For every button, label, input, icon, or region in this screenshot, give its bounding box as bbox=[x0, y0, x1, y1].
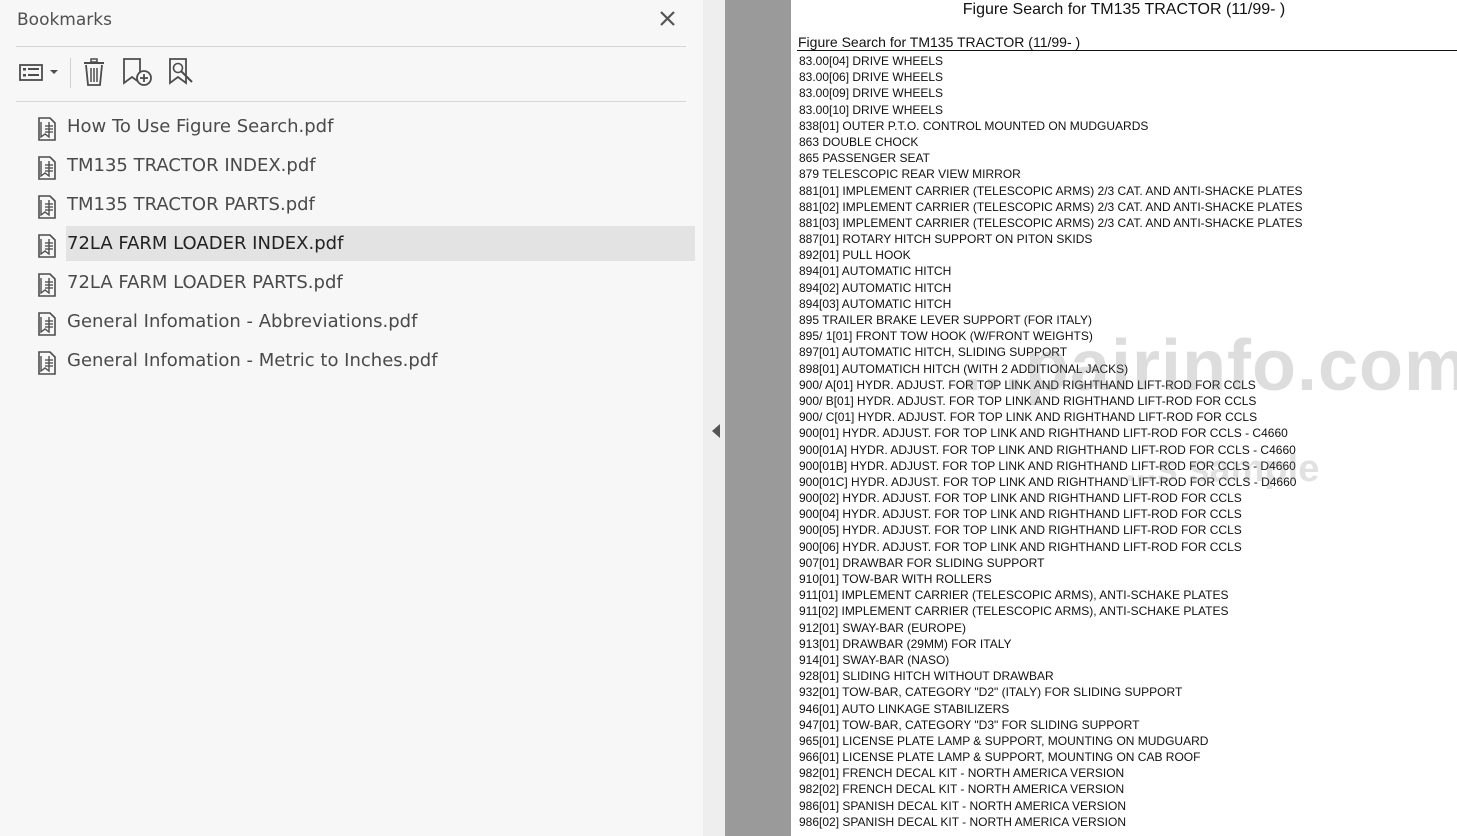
document-bookmark-icon bbox=[38, 351, 56, 375]
bookmark-label: 72LA FARM LOADER PARTS.pdf bbox=[67, 272, 343, 293]
figure-entry[interactable]: 966[01] LICENSE PLATE LAMP & SUPPORT, MO… bbox=[799, 749, 1302, 765]
figure-entry[interactable]: 83.00[04] DRIVE WHEELS bbox=[799, 53, 1302, 69]
header-rule bbox=[797, 50, 1457, 51]
bookmark-item[interactable]: TM135 TRACTOR INDEX.pdf bbox=[30, 148, 695, 184]
bookmark-label: General Infomation - Metric to Inches.pd… bbox=[67, 350, 438, 371]
figure-entry[interactable]: 911[02] IMPLEMENT CARRIER (TELESCOPIC AR… bbox=[799, 603, 1302, 619]
figure-entry[interactable]: 907[01] DRAWBAR FOR SLIDING SUPPORT bbox=[799, 555, 1302, 571]
figure-entry[interactable]: 982[01] FRENCH DECAL KIT - NORTH AMERICA… bbox=[799, 765, 1302, 781]
figure-entry[interactable]: 838[01] OUTER P.T.O. CONTROL MOUNTED ON … bbox=[799, 118, 1302, 134]
page-title: Figure Search for TM135 TRACTOR (11/99- … bbox=[962, 1, 1286, 18]
figure-entry[interactable]: 900[01] HYDR. ADJUST. FOR TOP LINK AND R… bbox=[799, 425, 1302, 441]
figure-entry[interactable]: 913[01] DRAWBAR (29MM) FOR ITALY bbox=[799, 636, 1302, 652]
figure-entry[interactable]: 982[02] FRENCH DECAL KIT - NORTH AMERICA… bbox=[799, 781, 1302, 797]
figure-entry[interactable]: 881[03] IMPLEMENT CARRIER (TELESCOPIC AR… bbox=[799, 215, 1302, 231]
close-icon bbox=[660, 11, 675, 26]
figure-entry[interactable]: 895/ 1[01] FRONT TOW HOOK (W/FRONT WEIGH… bbox=[799, 328, 1302, 344]
document-bookmark-icon bbox=[38, 312, 56, 336]
bookmark-label: TM135 TRACTOR INDEX.pdf bbox=[67, 155, 316, 176]
figure-entry[interactable]: 900/ C[01] HYDR. ADJUST. FOR TOP LINK AN… bbox=[799, 409, 1302, 425]
figure-entry[interactable]: 887[01] ROTARY HITCH SUPPORT ON PITON SK… bbox=[799, 231, 1302, 247]
figure-entry[interactable]: 900[05] HYDR. ADJUST. FOR TOP LINK AND R… bbox=[799, 522, 1302, 538]
toolbar-separator bbox=[70, 58, 71, 88]
panel-title: Bookmarks bbox=[17, 10, 112, 30]
figure-entry[interactable]: 914[01] SWAY-BAR (NASO) bbox=[799, 652, 1302, 668]
figure-entry[interactable]: 895 TRAILER BRAKE LEVER SUPPORT (FOR ITA… bbox=[799, 312, 1302, 328]
new-bookmark-icon bbox=[123, 58, 152, 86]
figure-entry[interactable]: 83.00[09] DRIVE WHEELS bbox=[799, 85, 1302, 101]
divider bbox=[16, 46, 686, 47]
bookmark-label: TM135 TRACTOR PARTS.pdf bbox=[67, 194, 315, 215]
figure-entry[interactable]: 900/ A[01] HYDR. ADJUST. FOR TOP LINK AN… bbox=[799, 377, 1302, 393]
figure-entry[interactable]: 900[04] HYDR. ADJUST. FOR TOP LINK AND R… bbox=[799, 506, 1302, 522]
figure-entry[interactable]: 894[02] AUTOMATIC HITCH bbox=[799, 280, 1302, 296]
figure-list: 83.00[04] DRIVE WHEELS 83.00[06] DRIVE WH… bbox=[799, 53, 1302, 830]
divider bbox=[16, 101, 686, 102]
document-header: Figure Search for TM135 TRACTOR (11/99- … bbox=[798, 34, 1081, 50]
bookmark-item[interactable]: How To Use Figure Search.pdf bbox=[30, 109, 695, 145]
figure-entry[interactable]: 900[01A] HYDR. ADJUST. FOR TOP LINK AND … bbox=[799, 442, 1302, 458]
document-page: Figure Search for TM135 TRACTOR (11/99- … bbox=[791, 0, 1457, 836]
figure-entry[interactable]: 912[01] SWAY-BAR (EUROPE) bbox=[799, 620, 1302, 636]
figure-entry[interactable]: 932[01] TOW-BAR, CATEGORY "D2" (ITALY) F… bbox=[799, 684, 1302, 700]
new-bookmark-button[interactable] bbox=[120, 56, 154, 88]
bookmark-label: How To Use Figure Search.pdf bbox=[67, 116, 334, 137]
figure-entry[interactable]: 894[03] AUTOMATIC HITCH bbox=[799, 296, 1302, 312]
find-bookmark-icon bbox=[169, 58, 193, 85]
figure-entry[interactable]: 881[01] IMPLEMENT CARRIER (TELESCOPIC AR… bbox=[799, 183, 1302, 199]
figure-entry[interactable]: 986[02] SPANISH DECAL KIT - NORTH AMERIC… bbox=[799, 814, 1302, 830]
panel-splitter[interactable] bbox=[703, 0, 725, 836]
figure-entry[interactable]: 892[01] PULL HOOK bbox=[799, 247, 1302, 263]
figure-entry[interactable]: 83.00[06] DRIVE WHEELS bbox=[799, 69, 1302, 85]
figure-entry[interactable]: 865 PASSENGER SEAT bbox=[799, 150, 1302, 166]
document-bookmark-icon bbox=[38, 234, 56, 258]
document-bookmark-icon bbox=[38, 195, 56, 219]
figure-entry[interactable]: 900[01C] HYDR. ADJUST. FOR TOP LINK AND … bbox=[799, 474, 1302, 490]
figure-entry[interactable]: 900[02] HYDR. ADJUST. FOR TOP LINK AND R… bbox=[799, 490, 1302, 506]
delete-bookmark-button[interactable] bbox=[80, 56, 110, 88]
document-bookmark-icon bbox=[38, 156, 56, 180]
chevron-down-icon bbox=[50, 70, 58, 74]
figure-entry[interactable]: 946[01] AUTO LINKAGE STABILIZERS bbox=[799, 701, 1302, 717]
figure-entry[interactable]: 900[01B] HYDR. ADJUST. FOR TOP LINK AND … bbox=[799, 458, 1302, 474]
delete-trash-icon bbox=[84, 58, 104, 86]
figure-entry[interactable]: 894[01] AUTOMATIC HITCH bbox=[799, 263, 1302, 279]
bookmark-item[interactable]: General Infomation - Metric to Inches.pd… bbox=[30, 343, 695, 379]
find-bookmark-button[interactable] bbox=[166, 56, 200, 88]
document-gutter bbox=[725, 0, 791, 836]
bookmark-item[interactable]: TM135 TRACTOR PARTS.pdf bbox=[30, 187, 695, 223]
figure-entry[interactable]: 879 TELESCOPIC REAR VIEW MIRROR bbox=[799, 166, 1302, 182]
bookmark-item-selected[interactable]: 72LA FARM LOADER INDEX.pdf bbox=[30, 226, 695, 262]
bookmark-item[interactable]: General Infomation - Abbreviations.pdf bbox=[30, 304, 695, 340]
figure-entry[interactable]: 928[01] SLIDING HITCH WITHOUT DRAWBAR bbox=[799, 668, 1302, 684]
figure-entry[interactable]: 83.00[10] DRIVE WHEELS bbox=[799, 102, 1302, 118]
document-bookmark-icon bbox=[38, 117, 56, 141]
figure-entry[interactable]: 911[01] IMPLEMENT CARRIER (TELESCOPIC AR… bbox=[799, 587, 1302, 603]
bookmarks-toolbar bbox=[16, 56, 696, 90]
figure-entry[interactable]: 900[06] HYDR. ADJUST. FOR TOP LINK AND R… bbox=[799, 539, 1302, 555]
bookmarks-panel: Bookmarks How To Use Figure Search.pdf T… bbox=[0, 0, 703, 836]
figure-entry[interactable]: 900/ B[01] HYDR. ADJUST. FOR TOP LINK AN… bbox=[799, 393, 1302, 409]
collapse-left-icon[interactable] bbox=[712, 424, 720, 438]
figure-entry[interactable]: 897[01] AUTOMATIC HITCH, SLIDING SUPPORT bbox=[799, 344, 1302, 360]
close-panel-button[interactable] bbox=[655, 6, 681, 32]
figure-entry[interactable]: 863 DOUBLE CHOCK bbox=[799, 134, 1302, 150]
options-list-icon bbox=[19, 64, 58, 81]
figure-entry[interactable]: 881[02] IMPLEMENT CARRIER (TELESCOPIC AR… bbox=[799, 199, 1302, 215]
options-menu-button[interactable] bbox=[18, 56, 60, 88]
figure-entry[interactable]: 910[01] TOW-BAR WITH ROLLERS bbox=[799, 571, 1302, 587]
bookmark-item[interactable]: 72LA FARM LOADER PARTS.pdf bbox=[30, 265, 695, 301]
bookmark-label: General Infomation - Abbreviations.pdf bbox=[67, 311, 418, 332]
figure-entry[interactable]: 965[01] LICENSE PLATE LAMP & SUPPORT, MO… bbox=[799, 733, 1302, 749]
figure-entry[interactable]: 898[01] AUTOMATICH HITCH (WITH 2 ADDITIO… bbox=[799, 361, 1302, 377]
figure-entry[interactable]: 947[01] TOW-BAR, CATEGORY "D3" FOR SLIDI… bbox=[799, 717, 1302, 733]
document-bookmark-icon bbox=[38, 273, 56, 297]
figure-entry[interactable]: 986[01] SPANISH DECAL KIT - NORTH AMERIC… bbox=[799, 798, 1302, 814]
bookmark-label: 72LA FARM LOADER INDEX.pdf bbox=[67, 233, 344, 254]
